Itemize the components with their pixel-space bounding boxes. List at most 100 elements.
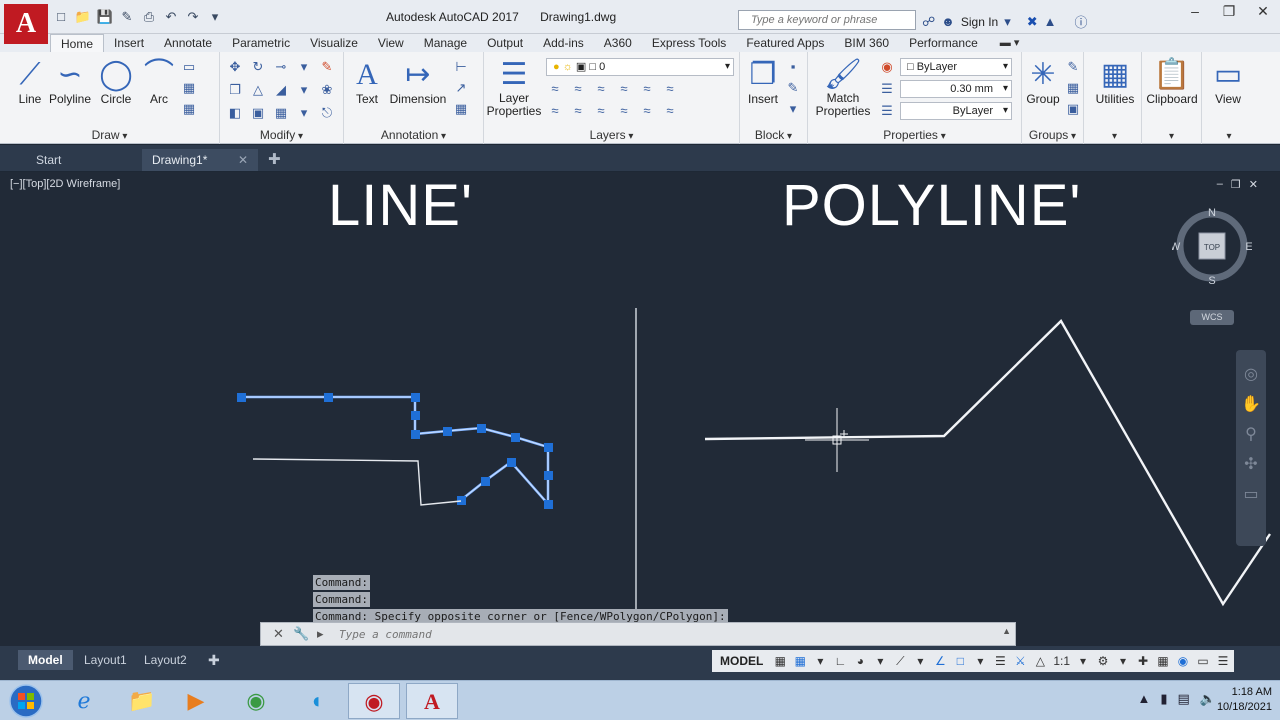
- ortho-icon[interactable]: ∟: [833, 654, 847, 668]
- clipboard-tool[interactable]: 📋 Clipboard: [1144, 58, 1200, 106]
- copy-icon[interactable]: ❐: [226, 81, 244, 99]
- circle-tool[interactable]: ◯ Circle: [98, 58, 134, 106]
- mirror-icon[interactable]: △: [249, 81, 267, 99]
- tab-output[interactable]: Output: [477, 34, 533, 52]
- save-icon[interactable]: 💾: [96, 8, 114, 26]
- utilities-tool[interactable]: ▦ Utilities: [1090, 58, 1140, 106]
- group-edit-icon[interactable]: ▦: [1064, 79, 1082, 97]
- workspace-dropdown-icon[interactable]: ▾: [1116, 654, 1130, 668]
- selection-cycling-icon[interactable]: ⚔: [1013, 654, 1027, 668]
- tab-annotate[interactable]: Annotate: [154, 34, 222, 52]
- polyline-path[interactable]: [704, 319, 1271, 607]
- group-selection-icon[interactable]: ▣: [1064, 100, 1082, 118]
- offset-icon[interactable]: ⎋: [318, 104, 336, 122]
- annotation-monitor-icon[interactable]: ✚: [1136, 654, 1150, 668]
- isodraft-icon[interactable]: ⟋: [893, 654, 907, 669]
- grip[interactable]: [507, 458, 516, 467]
- scale-icon[interactable]: ▣: [249, 104, 267, 122]
- autocad-taskbar-icon[interactable]: A: [406, 683, 458, 719]
- close-icon[interactable]: ✕: [1246, 0, 1280, 24]
- units-icon[interactable]: ▦: [1156, 654, 1170, 668]
- binoculars-icon[interactable]: ☍: [922, 14, 935, 30]
- layer-tool-4-icon[interactable]: ≈: [615, 80, 633, 98]
- layer-tool-6-icon[interactable]: ≈: [661, 80, 679, 98]
- screen-recorder-icon[interactable]: ◉: [348, 683, 400, 719]
- grid-icon[interactable]: ▦: [773, 654, 787, 668]
- panel-layers-title[interactable]: Layers: [484, 128, 739, 142]
- media-player-icon[interactable]: ▶: [170, 683, 222, 719]
- file-tab-start[interactable]: Start: [8, 149, 140, 171]
- annotation-visibility-icon[interactable]: △: [1033, 654, 1047, 668]
- annotation-scale-dropdown-icon[interactable]: ▾: [1076, 654, 1090, 668]
- unselected-line-path[interactable]: [252, 458, 462, 506]
- linetype-dropdown[interactable]: ByLayer: [900, 102, 1012, 120]
- grip[interactable]: [481, 477, 490, 486]
- exchange-icon[interactable]: ✖: [1027, 14, 1038, 30]
- tab-manage[interactable]: Manage: [414, 34, 477, 52]
- tab-bim-360[interactable]: BIM 360: [834, 34, 899, 52]
- group-tool[interactable]: ✳ Group: [1026, 58, 1060, 106]
- command-close-icon[interactable]: ✕: [273, 626, 284, 642]
- stretch-icon[interactable]: ◧: [226, 104, 244, 122]
- user-icon[interactable]: ☻: [941, 14, 955, 29]
- object-snap-tracking-icon[interactable]: ∠: [933, 654, 947, 668]
- viewcube[interactable]: TOP N S E W: [1172, 206, 1252, 286]
- table-icon[interactable]: ▦: [180, 100, 198, 118]
- viewcube-west[interactable]: W: [1172, 241, 1181, 253]
- layer-tool-2-icon[interactable]: ≈: [569, 80, 587, 98]
- block-attribute-icon[interactable]: ▾: [784, 100, 802, 118]
- rotate-icon[interactable]: ↻: [249, 58, 267, 76]
- polar-dropdown-icon[interactable]: ▾: [873, 654, 887, 668]
- model-space-button[interactable]: MODEL: [716, 654, 767, 668]
- sign-in-link[interactable]: Sign In: [961, 15, 998, 29]
- grip[interactable]: [477, 424, 486, 433]
- viewcube-south[interactable]: S: [1208, 275, 1215, 286]
- arc-tool[interactable]: ⌒ Arc: [144, 58, 174, 106]
- qat-dropdown-icon[interactable]: ▾: [206, 8, 224, 26]
- grip[interactable]: [237, 393, 246, 402]
- save-as-icon[interactable]: ✎: [118, 8, 136, 26]
- ribbon-minimize-icon[interactable]: ▬ ▾: [988, 34, 1020, 52]
- workspace-gear-icon[interactable]: ⚙: [1096, 654, 1110, 668]
- selected-line-path[interactable]: [241, 395, 550, 508]
- search-input[interactable]: [738, 10, 916, 30]
- tab-express-tools[interactable]: Express Tools: [642, 34, 736, 52]
- grip[interactable]: [457, 496, 466, 505]
- line-tool[interactable]: ⟋ Line: [10, 58, 50, 106]
- grip[interactable]: [411, 411, 420, 420]
- chrome-icon[interactable]: ◉: [230, 683, 282, 719]
- layer-tool-9-icon[interactable]: ≈: [592, 102, 610, 120]
- layer-tool-11-icon[interactable]: ≈: [638, 102, 656, 120]
- text-tool[interactable]: A Text: [352, 58, 382, 106]
- linetype-icon[interactable]: ☰: [878, 102, 896, 120]
- match-properties-tool[interactable]: 🖌 Match Properties: [814, 58, 872, 118]
- viewcube-north[interactable]: N: [1208, 207, 1216, 219]
- layout-tab-model[interactable]: Model: [18, 650, 73, 670]
- tab-parametric[interactable]: Parametric: [222, 34, 300, 52]
- network-icon[interactable]: ▤: [1178, 691, 1190, 707]
- minimize-icon[interactable]: –: [1178, 0, 1212, 24]
- grip[interactable]: [411, 393, 420, 402]
- file-explorer-icon[interactable]: 📁: [116, 683, 168, 719]
- hardware-acceleration-icon[interactable]: ◉: [1176, 654, 1190, 668]
- layout-tab-layout1[interactable]: Layout1: [74, 650, 137, 670]
- print-icon[interactable]: ⎙: [140, 8, 158, 26]
- panel-draw-title[interactable]: Draw: [0, 128, 219, 142]
- grip[interactable]: [411, 430, 420, 439]
- color-dropdown[interactable]: □ ByLayer: [900, 58, 1012, 76]
- color-wheel-icon[interactable]: ◉: [878, 58, 896, 76]
- array-dropdown-icon[interactable]: ▾: [295, 104, 313, 122]
- grip[interactable]: [544, 443, 553, 452]
- tab-featured-apps[interactable]: Featured Apps: [736, 34, 834, 52]
- showmotion-icon[interactable]: ▭: [1236, 480, 1266, 510]
- layer-tool-5-icon[interactable]: ≈: [638, 80, 656, 98]
- new-tab-icon[interactable]: ✚: [268, 150, 281, 168]
- polyline-tool[interactable]: ∽ Polyline: [48, 58, 92, 106]
- snap-icon[interactable]: ▦: [793, 654, 807, 668]
- object-snap-icon[interactable]: □: [953, 654, 967, 668]
- isodraft-dropdown-icon[interactable]: ▾: [913, 654, 927, 668]
- command-customize-icon[interactable]: 🔧: [293, 626, 309, 642]
- ungroup-icon[interactable]: ✎: [1064, 58, 1082, 76]
- lineweight-toggle-icon[interactable]: ☰: [993, 654, 1007, 668]
- grip[interactable]: [443, 427, 452, 436]
